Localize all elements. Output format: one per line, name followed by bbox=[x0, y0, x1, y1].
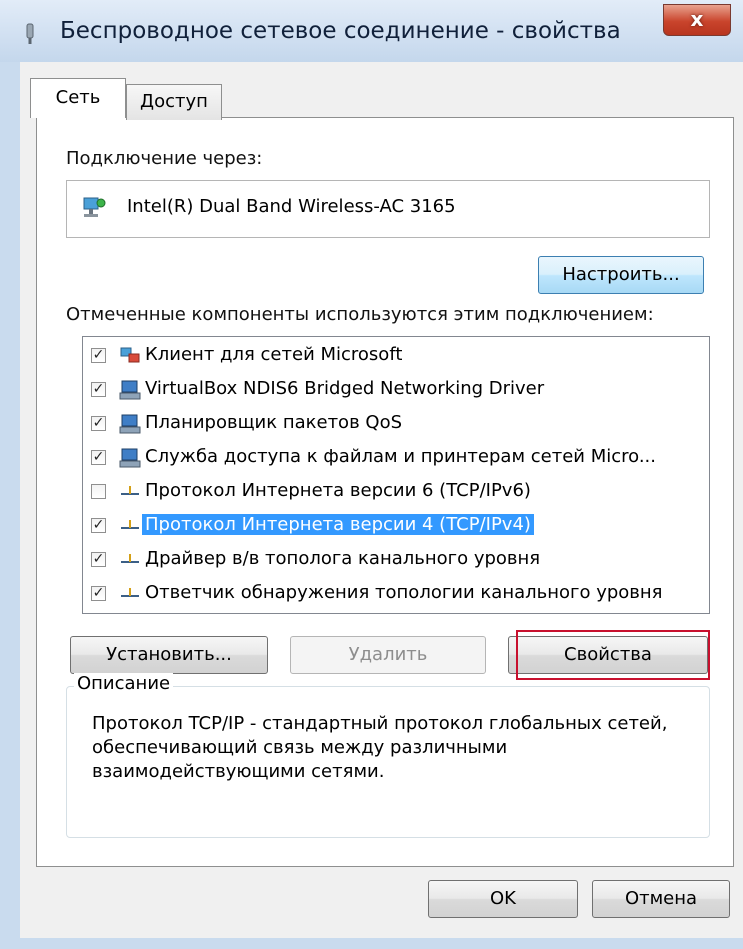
list-item[interactable]: ✓ Протокол Интернета версии 4 (TCP/IPv4) bbox=[83, 511, 709, 541]
ok-button[interactable]: OK bbox=[428, 880, 578, 918]
tab-sharing[interactable]: Доступ bbox=[126, 84, 222, 120]
install-button[interactable]: Установить... bbox=[70, 636, 268, 674]
component-checkbox[interactable]: ✓ bbox=[91, 518, 106, 533]
component-label: Планировщик пакетов QoS bbox=[145, 412, 403, 433]
adapter-field: Intel(R) Dual Band Wireless-AC 3165 bbox=[66, 180, 710, 238]
list-item[interactable]: Протокол Интернета версии 6 (TCP/IPv6) bbox=[83, 477, 709, 507]
description-title: Описание bbox=[74, 673, 174, 694]
network-connection-icon bbox=[26, 23, 34, 44]
tab-network-label: Сеть bbox=[55, 87, 101, 108]
component-checkbox[interactable]: ✓ bbox=[91, 450, 106, 465]
component-checkbox[interactable]: ✓ bbox=[91, 586, 106, 601]
connect-using-label: Подключение через: bbox=[66, 148, 263, 169]
component-label-selected: Протокол Интернета версии 4 (TCP/IPv4) bbox=[142, 514, 534, 535]
properties-dialog: Беспроводное сетевое соединение - свойст… bbox=[0, 0, 743, 949]
list-item[interactable]: ✓ Ответчик обнаружения топологии канальн… bbox=[83, 579, 709, 609]
tab-sharing-label: Доступ bbox=[140, 91, 208, 112]
list-item[interactable]: ✓ Служба доступа к файлам и принтерам се… bbox=[83, 443, 709, 473]
list-item[interactable]: ✓ Драйвер в/в тополога канального уровня bbox=[83, 545, 709, 575]
components-label: Отмеченные компоненты используются этим … bbox=[66, 304, 654, 325]
cancel-button[interactable]: Отмена bbox=[592, 880, 730, 918]
tab-network[interactable]: Сеть bbox=[30, 78, 126, 118]
list-item[interactable]: ✓ Планировщик пакетов QoS bbox=[83, 409, 709, 439]
component-label: Драйвер в/в тополога канального уровня bbox=[145, 548, 541, 569]
network-client-icon bbox=[120, 347, 140, 363]
protocol-icon bbox=[121, 520, 139, 529]
component-label: Клиент для сетей Microsoft bbox=[145, 344, 403, 365]
description-text: Протокол TCP/IP - стандартный протокол г… bbox=[92, 713, 668, 782]
list-item[interactable]: ✓ VirtualBox NDIS6 Bridged Networking Dr… bbox=[83, 375, 709, 405]
component-label: Служба доступа к файлам и принтерам сете… bbox=[145, 446, 656, 467]
network-service-icon bbox=[119, 380, 141, 400]
component-label: Ответчик обнаружения топологии канальног… bbox=[145, 582, 663, 603]
component-checkbox[interactable]: ✓ bbox=[91, 552, 106, 567]
component-checkbox[interactable] bbox=[91, 484, 106, 499]
network-adapter-icon bbox=[83, 197, 106, 217]
highlight-annotation bbox=[516, 630, 710, 680]
window-title: Беспроводное сетевое соединение - свойст… bbox=[60, 18, 621, 44]
component-checkbox[interactable]: ✓ bbox=[91, 416, 106, 431]
component-checkbox[interactable]: ✓ bbox=[91, 348, 106, 363]
remove-button[interactable]: Удалить bbox=[290, 636, 486, 674]
component-label: VirtualBox NDIS6 Bridged Networking Driv… bbox=[145, 378, 545, 399]
protocol-icon bbox=[121, 554, 139, 563]
protocol-icon bbox=[121, 486, 139, 495]
list-item[interactable]: ✓ Клиент для сетей Microsoft bbox=[83, 341, 709, 371]
title-bar[interactable]: Беспроводное сетевое соединение - свойст… bbox=[0, 0, 743, 62]
network-service-icon bbox=[119, 448, 141, 468]
protocol-icon bbox=[121, 588, 139, 597]
configure-button[interactable]: Настроить... bbox=[538, 256, 704, 294]
components-list[interactable]: ✓ Клиент для сетей Microsoft ✓ VirtualBo… bbox=[82, 336, 710, 614]
network-service-icon bbox=[119, 414, 141, 434]
component-checkbox[interactable]: ✓ bbox=[91, 382, 106, 397]
close-button[interactable]: x bbox=[663, 4, 731, 36]
component-label: Протокол Интернета версии 6 (TCP/IPv6) bbox=[145, 480, 531, 501]
adapter-name: Intel(R) Dual Band Wireless-AC 3165 bbox=[127, 196, 456, 217]
